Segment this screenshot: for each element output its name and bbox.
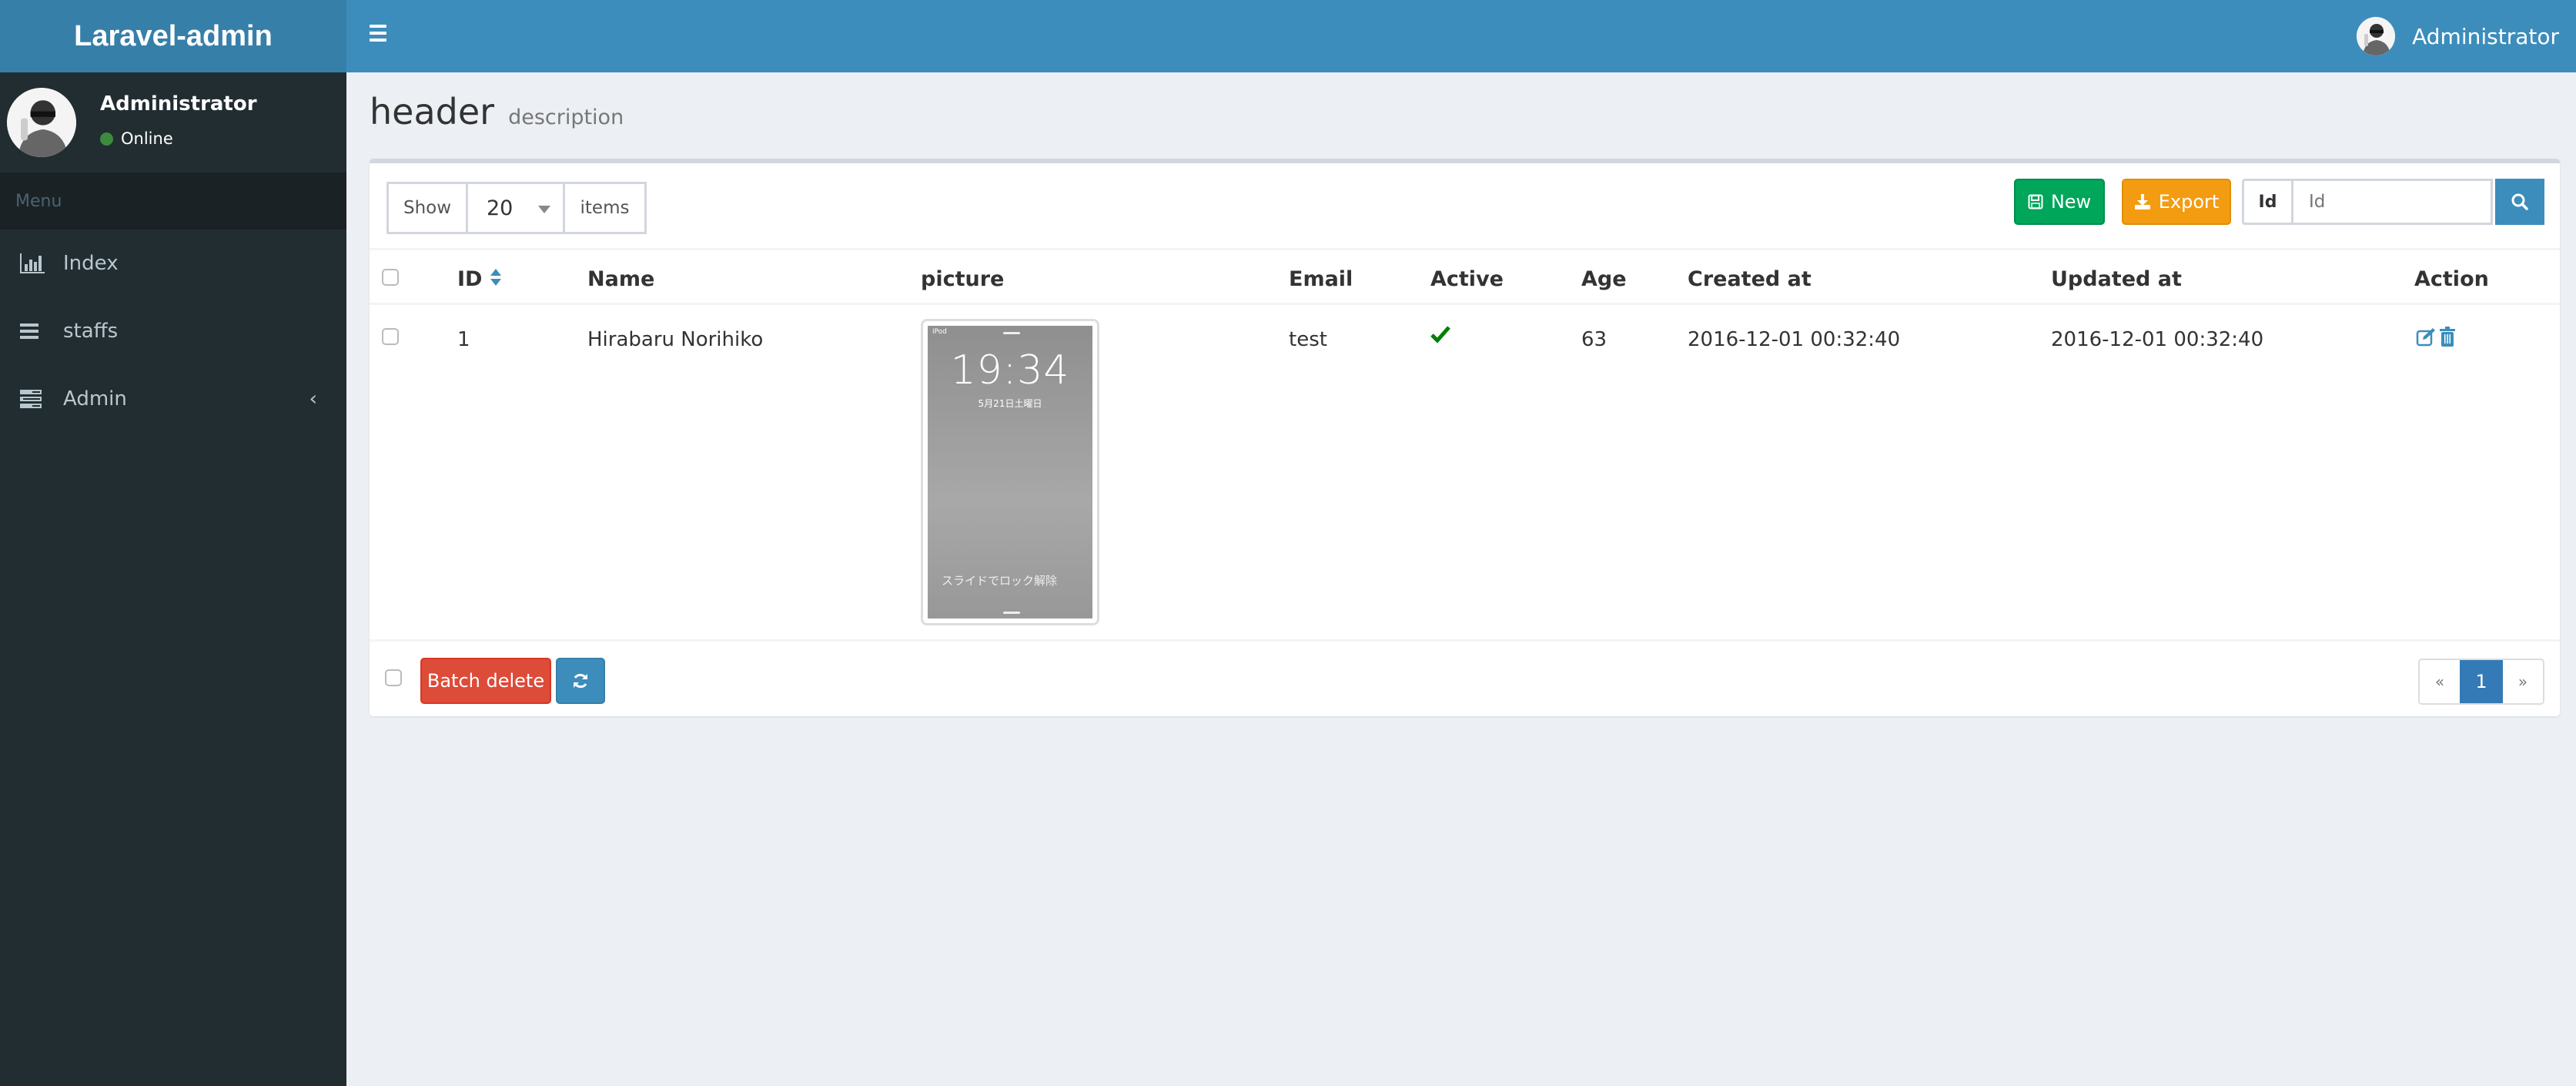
trash-icon[interactable]	[2439, 327, 2456, 352]
avatar	[7, 88, 76, 157]
new-label: New	[2050, 191, 2092, 213]
sidebar-item-label: Admin	[63, 387, 127, 411]
search-button[interactable]	[2495, 179, 2544, 225]
sidebar-item-admin[interactable]: Admin ‹	[0, 365, 346, 433]
items-label: items	[580, 198, 630, 218]
batch-delete-button[interactable]: Batch delete	[420, 658, 551, 704]
sidebar: Administrator Online Menu Index staffs A…	[0, 72, 346, 1086]
column-header-email: Email	[1289, 267, 1353, 291]
id-filter-input[interactable]	[2293, 181, 2491, 223]
new-button[interactable]: New	[2014, 179, 2105, 225]
select-all-footer-checkbox[interactable]	[385, 669, 402, 686]
table-row: 1 Hirabaru Norihiko iPod 19:34 5月21日土曜日 …	[370, 305, 2560, 636]
sidebar-item-label: staffs	[63, 320, 119, 343]
page-description: description	[508, 106, 624, 129]
sidebar-item-label: Index	[63, 252, 119, 275]
column-header-updated-at: Updated at	[2051, 267, 2182, 291]
per-page-selector: Show 20 items	[386, 182, 647, 234]
grid-tools: New Export Id	[2014, 179, 2544, 225]
column-header-name: Name	[587, 267, 655, 291]
bar-chart-icon	[20, 253, 46, 273]
status-text: Online	[121, 129, 173, 148]
search-icon	[2511, 193, 2528, 210]
refresh-button[interactable]	[556, 658, 605, 704]
edit-icon[interactable]	[2416, 327, 2436, 352]
app-logo[interactable]: Laravel-admin	[0, 0, 346, 72]
column-header-created-at: Created at	[1688, 267, 1812, 291]
sidebar-item-staffs[interactable]: staffs	[0, 297, 346, 365]
status-badge: Online	[100, 129, 173, 148]
cell-email: test	[1289, 328, 1327, 351]
column-header-active: Active	[1430, 267, 1504, 291]
lock-time: 19:34	[950, 347, 1070, 394]
export-label: Export	[2158, 191, 2220, 213]
cell-id: 1	[457, 328, 470, 351]
page-title: header	[370, 91, 495, 132]
sidebar-item-index[interactable]: Index	[0, 230, 346, 297]
lock-date: 5月21日土曜日	[978, 398, 1042, 409]
check-icon	[1430, 325, 1450, 349]
pagination-page-1[interactable]: 1	[2460, 660, 2503, 703]
column-header-action: Action	[2414, 267, 2489, 291]
cell-age: 63	[1581, 328, 1607, 351]
user-panel: Administrator Online	[0, 72, 346, 173]
cell-name: Hirabaru Norihiko	[587, 328, 764, 351]
cell-created-at: 2016-12-01 00:32:40	[1688, 328, 1901, 351]
sidebar-user-name: Administrator	[100, 92, 257, 116]
grid-box: Show 20 items New Export Id Id ID Name p…	[370, 159, 2560, 716]
cell-picture[interactable]: iPod 19:34 5月21日土曜日 スライドでロック解除	[921, 319, 1099, 625]
user-menu[interactable]: Administrator	[2357, 15, 2559, 57]
download-icon	[2134, 193, 2151, 210]
pagination-next[interactable]: »	[2503, 660, 2543, 703]
grid-table: ID Name picture Email Active Age Created…	[370, 248, 2560, 636]
content-header: header description	[370, 91, 624, 132]
caret-down-icon	[538, 206, 550, 213]
per-page-value: 20	[487, 196, 514, 220]
picture-thumbnail: iPod 19:34 5月21日土曜日 スライドでロック解除	[928, 326, 1092, 618]
top-navbar: Administrator	[346, 0, 2576, 72]
column-header-picture: picture	[921, 267, 1005, 291]
table-header: ID Name picture Email Active Age Created…	[370, 248, 2560, 305]
pagination: « 1 »	[2418, 659, 2544, 705]
user-name: Administrator	[2412, 23, 2559, 49]
export-button[interactable]: Export	[2122, 179, 2231, 225]
column-header-id[interactable]: ID	[457, 267, 502, 292]
tasks-icon	[20, 389, 46, 409]
cell-updated-at: 2016-12-01 00:32:40	[2051, 328, 2264, 351]
hamburger-icon	[370, 25, 386, 28]
show-label: Show	[389, 184, 468, 232]
chevron-left-icon: ‹	[309, 387, 317, 411]
sidebar-toggle-button[interactable]	[370, 22, 393, 51]
menu-header: Menu	[0, 173, 346, 230]
id-filter: Id	[2242, 179, 2493, 225]
online-dot-icon	[100, 132, 113, 146]
refresh-icon	[574, 673, 587, 689]
box-footer: Batch delete « 1 »	[370, 639, 2560, 716]
avatar	[2357, 17, 2396, 55]
per-page-select[interactable]: 20	[468, 184, 565, 232]
save-icon	[2028, 194, 2043, 209]
bars-icon	[20, 321, 46, 341]
pagination-prev[interactable]: «	[2420, 660, 2460, 703]
slide-text: スライドでロック解除	[942, 574, 1058, 588]
device-label: iPod	[932, 328, 947, 336]
column-header-age: Age	[1581, 267, 1627, 291]
filter-label: Id	[2244, 181, 2293, 223]
sort-icon[interactable]	[490, 268, 502, 292]
row-checkbox[interactable]	[382, 328, 399, 345]
select-all-checkbox[interactable]	[382, 269, 399, 286]
